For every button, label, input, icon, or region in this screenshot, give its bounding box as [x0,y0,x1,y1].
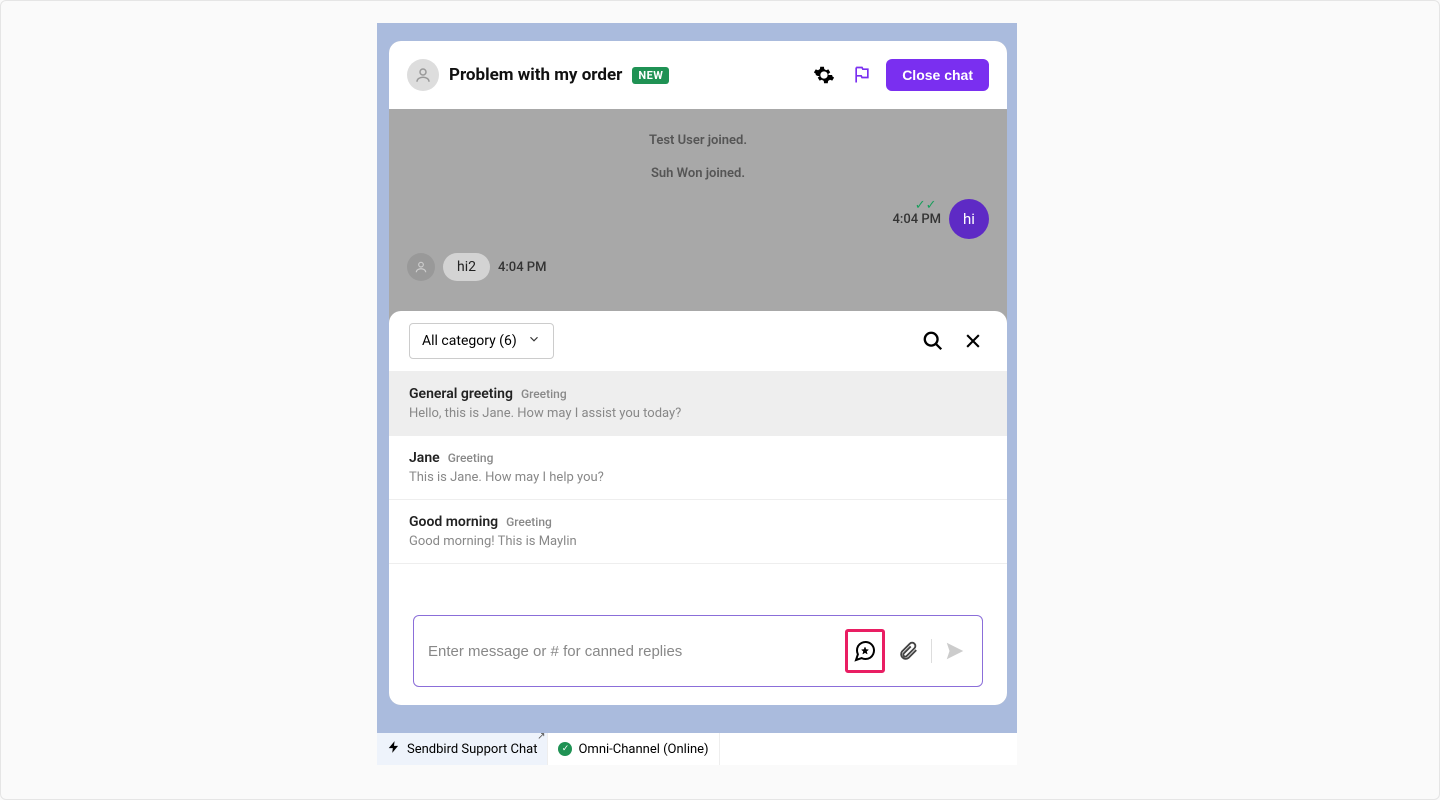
message-time: 4:04 PM [498,260,547,275]
chat-header: Problem with my order NEW Close chat [389,41,1007,109]
outgoing-message-row: ✓✓ 4:04 PM hi [407,199,989,239]
close-chat-button[interactable]: Close chat [886,59,989,91]
incoming-message-bubble: hi2 [443,253,490,281]
divider [931,639,932,663]
popout-icon: ↗ [537,731,545,742]
chat-title: Problem with my order [449,65,622,85]
status-badge: NEW [632,67,669,84]
canned-item-category: Greeting [506,515,552,529]
incoming-message-row: hi2 4:04 PM [407,253,989,281]
status-online-icon: ✓ [558,742,572,756]
system-message: Test User joined. [407,133,989,148]
footer-label: Omni-Channel (Online) [578,742,708,757]
gear-icon[interactable] [810,61,838,89]
close-icon[interactable] [959,327,987,355]
footer-item-support-chat[interactable]: Sendbird Support Chat ↗ [377,733,548,765]
chat-window: Problem with my order NEW Close chat Tes… [389,41,1007,705]
chevron-down-icon [527,332,541,350]
avatar [407,59,439,91]
footer-label: Sendbird Support Chat [407,742,537,757]
canned-item-category: Greeting [521,387,567,401]
canned-item-preview: Good morning! This is Maylin [409,534,987,549]
canned-header: All category (6) [389,311,1007,371]
footer-bar: Sendbird Support Chat ↗ ✓ Omni-Channel (… [377,733,1017,765]
outgoing-message-bubble: hi [949,199,989,239]
canned-list: General greeting Greeting Hello, this is… [389,371,1007,597]
category-select[interactable]: All category (6) [409,323,554,359]
canned-item[interactable]: Jane Greeting This is Jane. How may I he… [389,436,1007,500]
sender-avatar [407,253,435,281]
messages-area: Test User joined. Suh Won joined. ✓✓ 4:0… [389,109,1007,281]
bolt-icon [387,740,401,758]
canned-item-category: Greeting [448,451,494,465]
canned-item[interactable]: Good morning Greeting Good morning! This… [389,500,1007,564]
canned-reply-highlight [845,629,885,673]
app-frame: Problem with my order NEW Close chat Tes… [377,23,1017,765]
message-time: 4:04 PM [893,212,942,227]
send-icon[interactable] [942,638,968,664]
canned-reply-icon[interactable] [852,638,878,664]
system-message: Suh Won joined. [407,166,989,181]
category-label: All category (6) [422,333,517,349]
read-receipt-icon: ✓✓ [915,198,937,213]
message-input[interactable] [428,616,835,686]
flag-icon[interactable] [848,61,876,89]
canned-item-name: Good morning [409,514,498,530]
canned-item-name: General greeting [409,386,513,402]
message-input-bar [413,615,983,687]
search-icon[interactable] [919,327,947,355]
canned-item-name: Jane [409,450,440,466]
footer-item-omni-channel[interactable]: ✓ Omni-Channel (Online) [548,733,719,765]
canned-replies-panel: All category (6) [389,311,1007,705]
canned-item-preview: This is Jane. How may I help you? [409,470,987,485]
canned-item-preview: Hello, this is Jane. How may I assist yo… [409,406,987,421]
canned-item[interactable]: General greeting Greeting Hello, this is… [389,372,1007,436]
attachment-icon[interactable] [895,638,921,664]
